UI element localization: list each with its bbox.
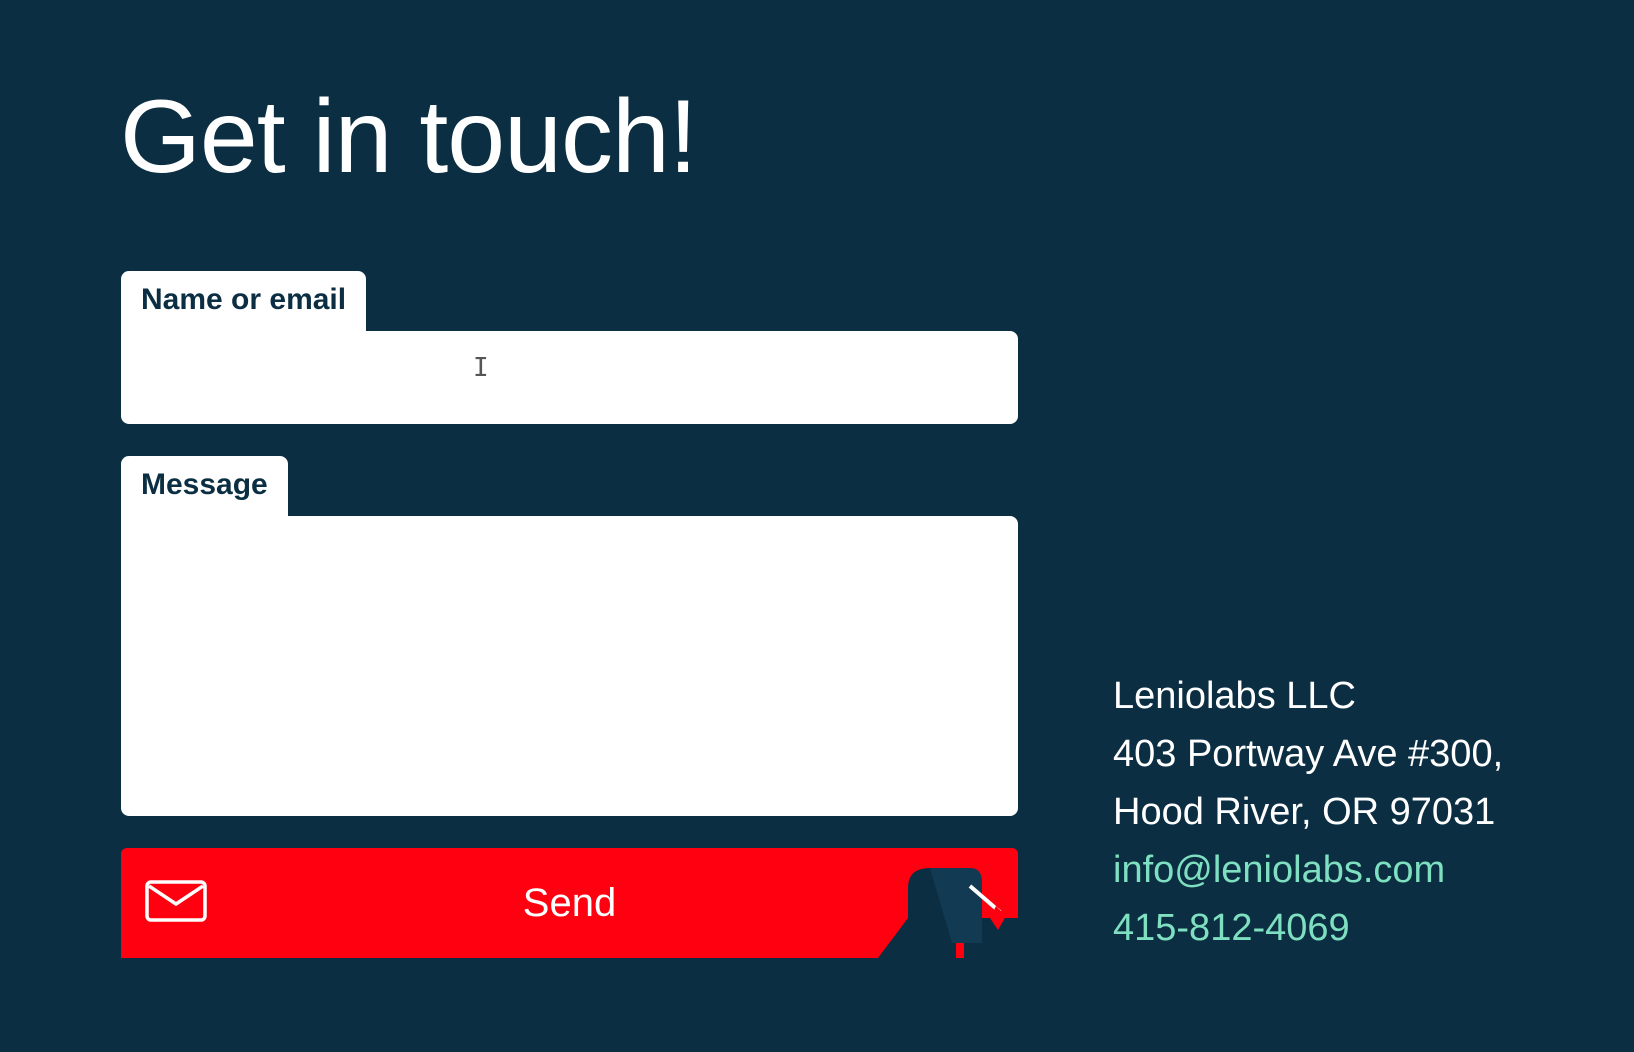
send-button[interactable]: Send [121,848,1018,958]
contact-form: Name or email I Message Send [121,271,1018,958]
envelope-icon [145,880,207,922]
send-label: Send [522,880,617,925]
page-title: Get in touch! [120,79,698,195]
email-link[interactable]: info@leniolabs.com [1113,841,1503,899]
message-field[interactable] [121,516,1018,816]
address-line-2: Hood River, OR 97031 [1113,791,1496,833]
address-line-1: 403 Portway Ave #300, [1113,733,1504,775]
message-label: Message [121,456,288,516]
name-or-email-label: Name or email [121,271,367,331]
company-name: Leniolabs LLC [1113,675,1356,717]
contact-info: Leniolabs LLC 403 Portway Ave #300, Hood… [1113,667,1503,957]
phone-link[interactable]: 415-812-4069 [1113,899,1503,957]
text-cursor-icon: I [473,353,489,383]
name-or-email-field[interactable]: I [121,331,1018,424]
mailbox-icon [878,868,1018,958]
